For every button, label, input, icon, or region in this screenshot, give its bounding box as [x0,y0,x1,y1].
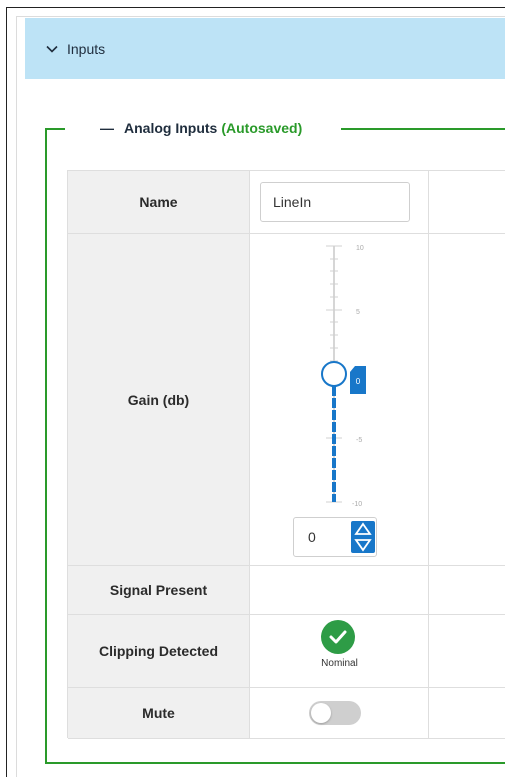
autosave-status: (Autosaved) [221,120,303,136]
slider-handle [321,361,347,387]
mute-toggle[interactable] [309,701,361,725]
clipping-status: Nominal [321,658,358,669]
chevron-down-icon [46,45,58,53]
table-row-clipping: Clipping Detected Nominal [68,615,505,688]
table-row-name: Name [68,171,505,234]
toggle-knob [311,703,331,723]
stepper-buttons[interactable] [351,521,375,553]
signal-present-label: Signal Present [68,566,250,614]
gain-stepper-value: 0 [308,529,316,545]
table-row-mute: Mute [68,688,505,739]
name-label: Name [68,171,250,233]
clipping-label: Clipping Detected [68,615,250,687]
table-row-signal: Signal Present [68,566,505,615]
collapse-icon: — [100,120,114,136]
gain-slider[interactable]: 10 5 -5 -10 0 [250,234,429,565]
accordion-title: Inputs [67,40,106,57]
name-input[interactable] [260,182,410,222]
fieldset-legend[interactable]: — Analog Inputs (Autosaved) [96,120,307,136]
mute-label: Mute [68,688,250,738]
analog-inputs-table: Name Gain (db) [67,170,505,739]
gain-stepper[interactable]: 0 [293,517,377,557]
inputs-accordion-header[interactable]: Inputs [25,18,505,79]
stepper-arrows-icon [354,522,372,552]
signal-present-value [250,566,429,614]
tick-label: -5 [356,437,362,444]
gain-label: Gain (db) [68,234,250,565]
tick-label: 5 [356,309,360,316]
legend-title: Analog Inputs [124,120,218,136]
table-row-gain: Gain (db) 10 5 -5 -10 0 0 [68,234,505,566]
tick-label: -10 [352,501,362,508]
slider-value-label: 0 [356,377,361,386]
check-circle-icon [321,620,355,654]
tick-label: 10 [356,245,364,252]
